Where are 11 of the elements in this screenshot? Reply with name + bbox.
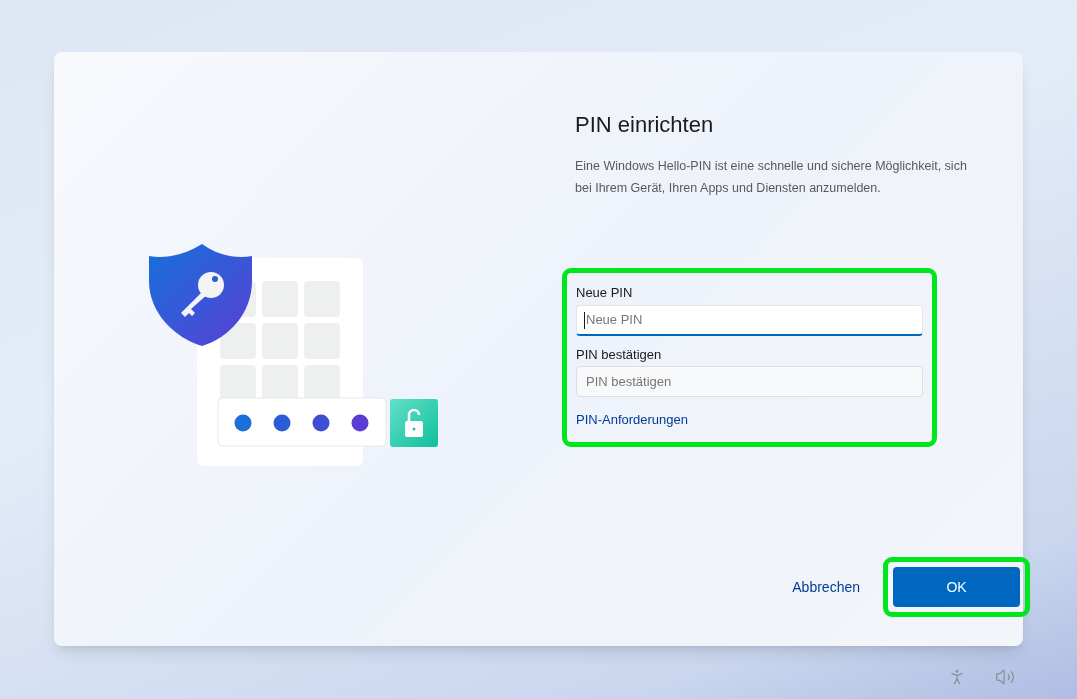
dialog-title: PIN einrichten (575, 111, 715, 139)
ok-button[interactable]: OK (893, 567, 1020, 607)
field-label: PIN bestätigen (576, 345, 663, 364)
text-caret (584, 311, 585, 329)
pin-input-field[interactable]: PIN bestätigen (576, 366, 923, 397)
volume-icon[interactable] (995, 667, 1015, 687)
description-text: Eine Windows Hello-PIN ist eine schnelle und sichere Möglichkeit, sich bei Ihrem Gerät, Ihren Apps und Diensten anzumelden. (575, 158, 968, 197)
pin-input-field[interactable]: Neue PIN (576, 304, 923, 336)
cancel-button[interactable]: Abbrechen (788, 577, 864, 598)
requirements-link[interactable]: PIN-Anforderungen (576, 410, 923, 430)
field-label: Neue PIN (576, 284, 634, 302)
